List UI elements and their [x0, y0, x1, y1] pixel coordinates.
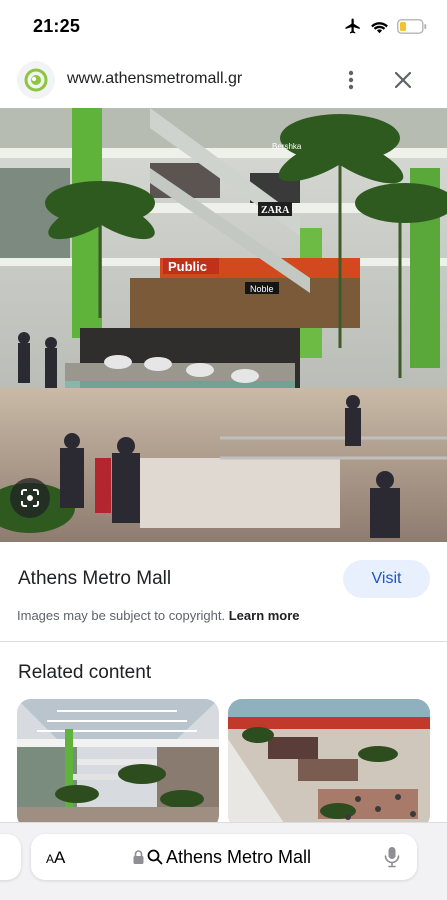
safari-bottom-bar: AA Athens Metro Mall — [0, 822, 447, 900]
airplane-mode-icon — [344, 17, 362, 35]
browser-header: www.athensmetromall.gr — [0, 56, 447, 106]
address-text[interactable]: Athens Metro Mall — [166, 847, 311, 868]
copyright-text: Images may be subject to copyright. — [17, 608, 226, 623]
previous-tab-card[interactable] — [0, 834, 21, 880]
visit-button[interactable]: Visit — [343, 560, 430, 598]
status-bar: 21:25 — [0, 0, 447, 52]
lock-icon — [133, 850, 144, 869]
google-lens-icon — [21, 489, 39, 507]
athens-metro-mall-logo-icon[interactable] — [17, 61, 55, 99]
mall-photo[interactable]: Public ZARA Noble Bershka — [0, 108, 447, 542]
related-thumbnail[interactable] — [228, 699, 430, 829]
site-url[interactable]: www.athensmetromall.gr — [67, 70, 242, 88]
text-size-small-a: A — [46, 852, 55, 866]
microphone-icon[interactable] — [384, 846, 400, 873]
copyright-notice: Images may be subject to copyright. Lear… — [17, 608, 300, 623]
close-button[interactable] — [388, 64, 418, 96]
learn-more-link[interactable]: Learn more — [229, 608, 300, 623]
wifi-icon — [370, 19, 389, 34]
more-options-button[interactable] — [336, 64, 366, 96]
toolbar-peek — [0, 895, 447, 900]
related-thumbnail[interactable] — [17, 699, 219, 829]
public-sign: Public — [168, 259, 207, 274]
divider — [0, 641, 447, 642]
text-size-button[interactable]: AA — [46, 848, 65, 868]
close-icon — [394, 71, 412, 89]
status-icons — [344, 17, 427, 35]
bershka-sign: Bershka — [272, 142, 302, 151]
lens-search-button[interactable] — [10, 478, 50, 518]
related-content-heading: Related content — [18, 662, 152, 683]
text-size-large-a: A — [54, 848, 66, 867]
search-icon — [147, 849, 163, 870]
result-title: Athens Metro Mall — [18, 568, 172, 589]
noble-sign: Noble — [250, 284, 274, 294]
status-time: 21:25 — [33, 16, 81, 36]
battery-low-icon — [397, 18, 427, 34]
address-field[interactable]: AA Athens Metro Mall — [31, 834, 417, 880]
zara-sign: ZARA — [261, 205, 290, 216]
